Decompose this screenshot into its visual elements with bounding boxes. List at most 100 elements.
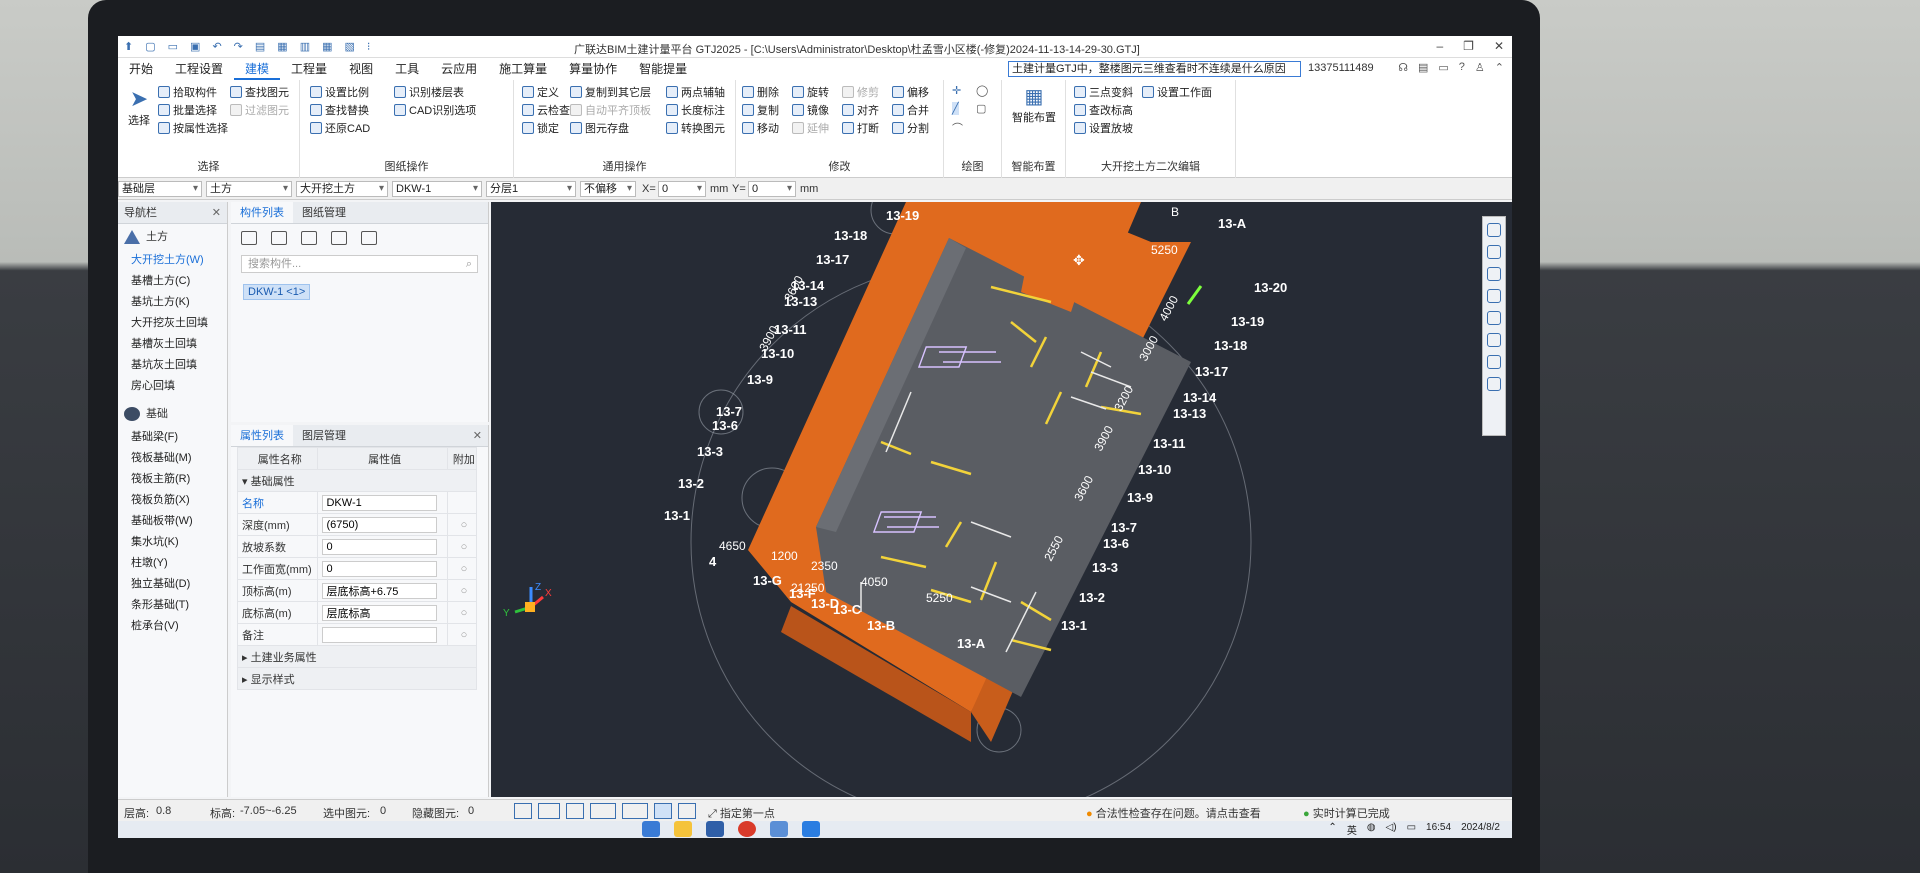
line-draw-button[interactable]: ╱ [952, 102, 959, 115]
help-search-input[interactable]: 土建计量GTJ中，整楼图元三维查看时不连续是什么原因 [1008, 61, 1301, 77]
quick-access-icon[interactable]: ▤ [255, 40, 265, 53]
layer-copy-icon[interactable] [331, 231, 347, 245]
tab-component-list[interactable]: 构件列表 [231, 202, 293, 223]
extra-checkbox[interactable]: ○ [446, 513, 478, 536]
open-file-icon[interactable]: ▭ [168, 40, 178, 53]
rotate-button[interactable]: 旋转 [792, 84, 829, 100]
nav-item-pile-cap[interactable]: 桩承台(V) [118, 616, 227, 637]
restore-icon[interactable]: ❐ [1463, 39, 1474, 53]
set-scale-button[interactable]: 设置比例 [310, 84, 369, 100]
message-icon[interactable]: ▭ [1438, 61, 1448, 74]
offset-button[interactable]: 偏移 [892, 84, 929, 100]
table-icon[interactable]: ▦ [322, 40, 332, 53]
component-item[interactable]: DKW-1 <1> [243, 284, 311, 300]
new-file-icon[interactable]: ▢ [145, 40, 155, 53]
dynamic-input-icon[interactable] [654, 803, 672, 819]
component-search-input[interactable]: 搜索构件... ⌕ [241, 255, 478, 273]
prop-value-name[interactable] [322, 494, 438, 511]
nav-item-sump[interactable]: 集水坑(K) [118, 532, 227, 553]
select-by-property-button[interactable]: 按属性选择 [158, 120, 228, 136]
menu-construction[interactable]: 施工算量 [488, 58, 558, 80]
menu-tools[interactable]: 工具 [384, 58, 430, 80]
rect-draw-button[interactable]: ▢ [976, 102, 986, 115]
orbit-icon[interactable] [1487, 223, 1501, 237]
prop-value-bottom-elev[interactable] [322, 604, 438, 621]
clock-time[interactable]: 16:54 [1426, 822, 1451, 837]
nav-item-raft-main-rebar[interactable]: 筏板主筋(R) [118, 469, 227, 490]
collapse-ribbon-icon[interactable]: ⌃ [1495, 61, 1504, 74]
filter-element-button[interactable]: 过滤图元 [230, 102, 289, 118]
start-icon[interactable] [642, 821, 660, 837]
section-basic[interactable]: ▾ 基础属性 [237, 469, 477, 492]
align-button[interactable]: 对齐 [842, 102, 879, 118]
cube-view-icon[interactable] [1487, 289, 1501, 303]
section-display[interactable]: ▸ 显示样式 [237, 667, 477, 690]
nav-item-strip-footing[interactable]: 条形基础(T) [118, 595, 227, 616]
convert-element-button[interactable]: 转换图元 [666, 120, 725, 136]
clock-date[interactable]: 2024/8/2 [1461, 822, 1500, 837]
nav-category-foundation[interactable]: 基础 [118, 401, 227, 427]
close-icon[interactable]: ✕ [1494, 39, 1504, 53]
cloud-check-button[interactable]: 云检查 [522, 102, 570, 118]
copy-button[interactable]: 复制 [742, 102, 779, 118]
define-button[interactable]: 定义 [522, 84, 559, 100]
menu-modeling[interactable]: 建模 [234, 58, 281, 80]
prop-value-top-elev[interactable] [322, 582, 438, 599]
extra-checkbox[interactable]: ○ [446, 601, 478, 624]
type-select[interactable]: 土方 [206, 181, 292, 197]
batch-select-button[interactable]: 批量选择 [158, 102, 217, 118]
copy-component-icon[interactable] [271, 231, 287, 245]
shirt-icon[interactable]: ♙ [1475, 61, 1485, 74]
nav-item-lime-backfill[interactable]: 大开挖灰土回填 [118, 313, 227, 334]
prop-value-depth[interactable] [322, 516, 438, 533]
volume-icon[interactable]: ◁) [1386, 822, 1397, 837]
copy-to-other-floor-button[interactable]: 复制到其它层 [570, 84, 651, 100]
nav-item-isolated-footing[interactable]: 独立基础(D) [118, 574, 227, 595]
menu-project-settings[interactable]: 工程设置 [164, 58, 234, 80]
pick-component-button[interactable]: 拾取构件 [158, 84, 217, 100]
select-tool-button[interactable]: ➤ 选择 [124, 86, 154, 128]
save-element-button[interactable]: 图元存盘 [570, 120, 629, 136]
report-icon[interactable] [1487, 377, 1501, 391]
minimize-icon[interactable]: – [1436, 39, 1443, 53]
smart-layout-button[interactable]: ▦ 智能布置 [1008, 84, 1060, 125]
extend-button[interactable]: 延伸 [792, 120, 829, 136]
tab-layer-management[interactable]: 图层管理 [293, 425, 355, 446]
merge-button[interactable]: 合并 [892, 102, 929, 118]
nav-item-raft[interactable]: 筏板基础(M) [118, 448, 227, 469]
find-element-button[interactable]: 查找图元 [230, 84, 289, 100]
extra-checkbox[interactable]: ○ [446, 623, 478, 646]
cad-app-icon[interactable] [706, 821, 724, 837]
cross-icon[interactable] [566, 803, 584, 819]
menu-collaboration[interactable]: 算量协作 [558, 58, 628, 80]
angle-icon[interactable] [590, 803, 616, 819]
battery-icon[interactable]: ▭ [1407, 822, 1416, 837]
save-icon[interactable]: ▣ [190, 40, 200, 53]
view-icon[interactable]: ▧ [345, 40, 355, 53]
network-icon[interactable]: ◍ [1367, 822, 1376, 837]
arc-draw-button[interactable]: ⌒ [952, 120, 963, 136]
component-select[interactable]: DKW-1 [392, 181, 482, 197]
record-app-icon[interactable] [738, 821, 756, 837]
nav-category-earthwork[interactable]: 土方 [118, 224, 227, 250]
menu-smart-quantity[interactable]: 智能提量 [628, 58, 698, 80]
move-button[interactable]: 移动 [742, 120, 779, 136]
validation-warning[interactable]: ● 合法性检查存在问题。请点击查看 [1086, 805, 1261, 821]
nav-item-pit[interactable]: 基坑土方(K) [118, 292, 227, 313]
layout-icon[interactable]: ▥ [300, 40, 310, 53]
nav-item-room-backfill[interactable]: 房心回填 [118, 376, 227, 397]
headset-icon[interactable]: ☊ [1398, 61, 1408, 74]
prop-value-note[interactable] [322, 626, 438, 643]
tab-property-list[interactable]: 属性列表 [231, 425, 293, 446]
layer-display-icon[interactable] [1487, 355, 1501, 369]
close-icon[interactable]: ✕ [473, 429, 482, 442]
set-work-face-button[interactable]: 设置工作面 [1142, 84, 1212, 100]
axis-layer-select[interactable]: 分层1 [486, 181, 576, 197]
section-civil[interactable]: ▸ 土建业务属性 [237, 645, 477, 668]
extra-checkbox[interactable]: ○ [446, 535, 478, 558]
file-explorer-icon[interactable] [674, 821, 692, 837]
nav-item-raft-neg-rebar[interactable]: 筏板负筋(X) [118, 490, 227, 511]
customize-icon[interactable]: ⁝ [367, 40, 371, 53]
menu-view[interactable]: 视图 [338, 58, 384, 80]
nav-item-slab-strip[interactable]: 基础板带(W) [118, 511, 227, 532]
